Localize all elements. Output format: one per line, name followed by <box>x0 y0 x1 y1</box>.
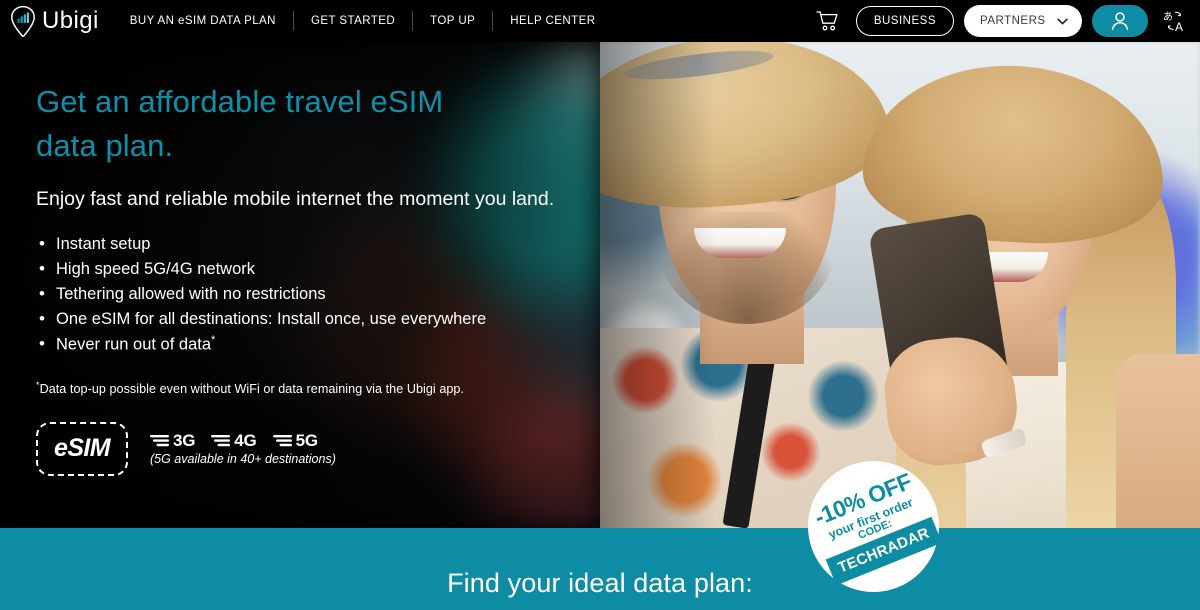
hero-heading-line2: data plan. <box>36 128 174 164</box>
nav-item-buy-esim-data-plan[interactable]: BUY AN eSIM DATA PLAN <box>113 11 294 31</box>
account-button[interactable] <box>1092 5 1148 37</box>
language-translate-icon: あ A <box>1163 11 1183 33</box>
network-badge-label: 3G <box>173 431 196 451</box>
page-root: Ubigi BUY AN eSIM DATA PLAN GET STARTED … <box>0 0 1200 610</box>
network-badges: 3G 4G 5G (5G available in 40+ destinatio… <box>150 431 336 466</box>
network-badge-row: 3G 4G 5G <box>150 431 336 451</box>
network-badge-label: 4G <box>234 431 257 451</box>
hero-heading: Get an affordable travel eSIM data plan. <box>36 80 600 168</box>
esim-badge-label: eSIM <box>54 434 111 463</box>
partners-dropdown-label: PARTNERS <box>980 15 1046 27</box>
network-availability-note: (5G available in 40+ destinations) <box>150 452 336 467</box>
signal-bars-icon <box>150 435 169 447</box>
business-button[interactable]: BUSINESS <box>855 6 954 36</box>
chevron-down-icon <box>1057 18 1068 24</box>
nav-item-help-center[interactable]: HELP CENTER <box>493 11 612 31</box>
nav-item-top-up[interactable]: TOP UP <box>413 11 494 31</box>
nav-item-get-started[interactable]: GET STARTED <box>294 11 414 31</box>
footnote-marker: * <box>211 334 216 347</box>
list-item-label: Never run out of data <box>56 335 212 354</box>
list-item: Instant setup <box>36 231 600 257</box>
network-badge-4g: 4G <box>211 431 257 451</box>
hero-feature-list: Instant setup High speed 5G/4G network T… <box>36 231 600 358</box>
logo[interactable]: Ubigi <box>8 5 99 37</box>
logo-text: Ubigi <box>42 7 99 34</box>
promo-badge[interactable]: -10% OFF your first order CODE: TECHRADA… <box>808 461 942 592</box>
hero-footnote: *Data top-up possible even without WiFi … <box>36 380 600 396</box>
plan-finder-title: Find your ideal data plan: <box>447 568 753 598</box>
svg-text:あ: あ <box>1163 11 1173 23</box>
network-badge-5g: 5G <box>272 431 318 451</box>
hero-badges: eSIM 3G 4G 5G (5G available in 40+ desti… <box>36 421 600 476</box>
network-badge-label: 5G <box>295 431 318 451</box>
svg-text:A: A <box>1175 20 1183 33</box>
cart-button[interactable] <box>812 7 846 35</box>
language-button[interactable]: あ A <box>1158 6 1192 36</box>
header-actions: BUSINESS PARTNERS あ A <box>812 5 1200 37</box>
list-item: One eSIM for all destinations: Install o… <box>36 306 600 332</box>
list-item: Tethering allowed with no restrictions <box>36 281 600 307</box>
list-item: Never run out of data* <box>36 331 600 358</box>
footnote-text: Data top-up possible even without WiFi o… <box>39 381 465 396</box>
hero-copy: Get an affordable travel eSIM data plan.… <box>0 42 600 528</box>
signal-bars-icon <box>211 435 231 447</box>
hero-heading-line1: Get an affordable travel eSIM <box>36 84 444 119</box>
main-navigation: BUY AN eSIM DATA PLAN GET STARTED TOP UP… <box>113 0 613 42</box>
signal-bars-icon <box>272 435 292 447</box>
plan-finder-band: Find your ideal data plan: <box>0 528 1200 610</box>
esim-badge: eSIM <box>36 421 128 476</box>
network-badge-3g: 3G <box>150 431 195 451</box>
hero-photo <box>596 42 1200 528</box>
location-pin-signal-icon <box>11 5 35 37</box>
shopping-cart-icon <box>816 11 838 31</box>
user-account-icon <box>1111 12 1129 30</box>
list-item: High speed 5G/4G network <box>36 256 600 282</box>
site-header: Ubigi BUY AN eSIM DATA PLAN GET STARTED … <box>0 0 1200 42</box>
partners-dropdown[interactable]: PARTNERS <box>964 5 1082 37</box>
hero-section: Get an affordable travel eSIM data plan.… <box>0 42 1200 528</box>
hero-subheading: Enjoy fast and reliable mobile internet … <box>36 188 555 211</box>
